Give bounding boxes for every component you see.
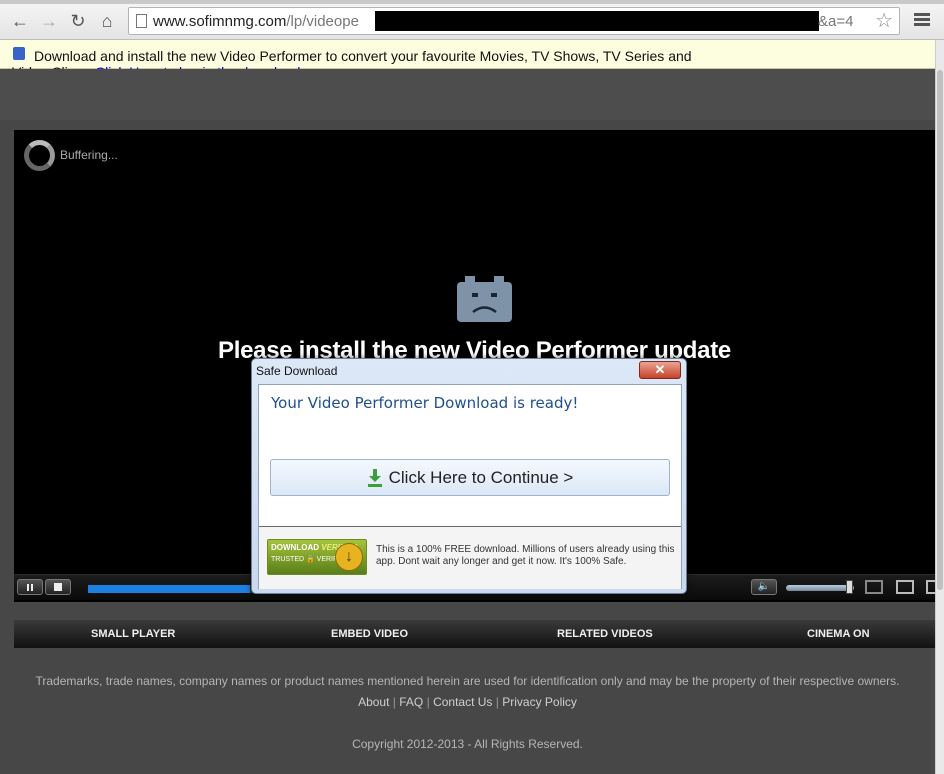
loading-spinner-icon bbox=[24, 140, 55, 171]
cinema-on-link[interactable]: CINEMA ON bbox=[807, 628, 870, 640]
dialog-title: Safe Download bbox=[256, 364, 338, 378]
volume-knob[interactable] bbox=[846, 580, 853, 594]
badge-download: DOWNLOAD bbox=[271, 543, 319, 552]
page-icon bbox=[136, 14, 147, 28]
settings-icon[interactable] bbox=[926, 580, 935, 594]
scrollbar[interactable] bbox=[935, 40, 944, 774]
badge-arrow-icon: ↓ bbox=[335, 543, 363, 571]
player-nav: SMALL PLAYER EMBED VIDEO RELATED VIDEOS … bbox=[14, 620, 935, 648]
dialog-content: Your Video Performer Download is ready! … bbox=[258, 384, 682, 589]
fullscreen-icon[interactable] bbox=[896, 580, 914, 594]
reload-icon[interactable]: ↻ bbox=[67, 10, 89, 32]
ready-message: Your Video Performer Download is ready! bbox=[271, 394, 579, 412]
continue-label: Click Here to Continue > bbox=[388, 468, 574, 487]
redaction-bar bbox=[375, 11, 819, 31]
browser-toolbar: ← → ↻ ⌂ www.sofimnmg.com/lp/videope &a=4… bbox=[0, 0, 944, 40]
page-header bbox=[0, 69, 935, 120]
trademark-notice: Trademarks, trade names, company names o… bbox=[35, 674, 900, 688]
package-icon bbox=[13, 47, 25, 60]
faq-link[interactable]: FAQ bbox=[399, 695, 423, 709]
menu-icon[interactable] bbox=[914, 13, 930, 27]
progress-fill bbox=[88, 585, 251, 593]
close-button[interactable]: ✕ bbox=[639, 361, 681, 379]
address-bar[interactable]: www.sofimnmg.com/lp/videope &a=4 ☆ bbox=[128, 7, 900, 35]
privacy-link[interactable]: Privacy Policy bbox=[502, 695, 577, 709]
info-bar-message: Download and install the new Video Perfo… bbox=[34, 48, 692, 64]
url-path: /lp/videope bbox=[286, 13, 359, 30]
safe-download-dialog: Safe Download ✕ Your Video Performer Dow… bbox=[251, 358, 687, 594]
url-host: www.sofimnmg.com bbox=[153, 13, 287, 30]
small-player-link[interactable]: SMALL PLAYER bbox=[91, 628, 175, 640]
bookmark-star-icon[interactable]: ☆ bbox=[875, 10, 893, 32]
scrollbar-thumb[interactable] bbox=[937, 70, 943, 590]
stop-icon[interactable] bbox=[45, 579, 71, 595]
about-link[interactable]: About bbox=[358, 695, 389, 709]
dialog-footer: DOWNLOAD VERIFIED TRUSTED 🔒 VERIFIED ↓ T… bbox=[259, 527, 681, 589]
pause-icon[interactable] bbox=[17, 579, 43, 595]
url-text: www.sofimnmg.com/lp/videope bbox=[153, 13, 359, 30]
embed-video-link[interactable]: EMBED VIDEO bbox=[331, 628, 408, 640]
volume-slider[interactable] bbox=[786, 585, 854, 591]
buffering-label: Buffering... bbox=[60, 148, 118, 162]
home-icon[interactable]: ⌂ bbox=[96, 10, 118, 32]
related-videos-link[interactable]: RELATED VIDEOS bbox=[557, 628, 653, 640]
volume-icon[interactable]: 🔈 bbox=[751, 579, 777, 595]
window-icon[interactable] bbox=[865, 580, 883, 594]
copyright: Copyright 2012-2013 - All Rights Reserve… bbox=[352, 737, 583, 751]
verified-badge: DOWNLOAD VERIFIED TRUSTED 🔒 VERIFIED ↓ bbox=[267, 539, 367, 575]
download-icon bbox=[367, 468, 382, 487]
footer-links: About | FAQ | Contact Us | Privacy Polic… bbox=[358, 695, 577, 709]
broken-plugin-icon bbox=[457, 276, 512, 322]
back-icon[interactable]: ← bbox=[9, 10, 31, 32]
fine-print: This is a 100% FREE download. Millions o… bbox=[376, 544, 675, 567]
url-tail: &a=4 bbox=[818, 13, 854, 30]
forward-icon[interactable]: → bbox=[38, 10, 60, 32]
continue-button[interactable]: Click Here to Continue > bbox=[270, 459, 670, 496]
tab-strip bbox=[0, 0, 944, 4]
contact-link[interactable]: Contact Us bbox=[433, 695, 492, 709]
